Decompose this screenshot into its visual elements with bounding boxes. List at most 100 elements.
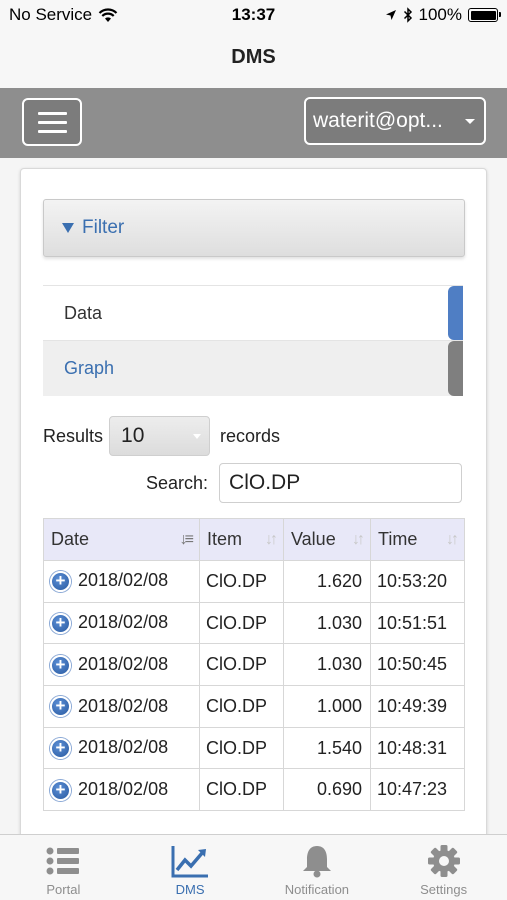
battery-icon [468,8,501,22]
cell-item: ClO.DP [199,685,284,728]
tabbar-item-dms[interactable]: DMS [127,835,254,900]
bottom-tab-bar: Portal DMS Notification Settings [0,834,507,900]
navigation-bar: DMS [0,30,507,88]
cell-item: ClO.DP [199,560,284,603]
tabbar-item-notification[interactable]: Notification [254,835,381,900]
tab-indicator [448,341,463,396]
tab-graph-label: Graph [64,358,115,378]
list-icon [46,847,80,875]
battery-percent: 100% [418,5,462,24]
cell-date: +2018/02/08 [43,560,200,603]
cell-time: 10:49:39 [370,685,465,728]
search-row: Search: [146,463,463,503]
cell-time: 10:48:31 [370,726,465,770]
status-bar: No Service 13:37 100% [0,0,507,30]
date-value: 2018/02/08 [78,570,169,591]
date-value: 2018/02/08 [78,612,169,633]
search-label: Search: [146,472,209,493]
cell-time: 10:53:20 [370,560,465,603]
table-row[interactable]: +2018/02/08 ClO.DP 1.030 10:51:51 [43,601,465,645]
sort-icon: ↓↑ [446,531,459,548]
expand-row-icon[interactable]: + [50,612,71,634]
tab-data[interactable]: Data [43,286,463,341]
date-value: 2018/02/08 [78,695,169,716]
cell-value: 1.620 [283,560,371,603]
menu-button[interactable] [22,98,82,146]
expand-row-icon[interactable]: + [50,779,71,801]
tabbar-label: Notification [284,882,350,897]
expand-row-icon[interactable]: + [50,737,71,759]
caret-down-icon [465,119,475,124]
header-label: Value [291,529,336,549]
table-row[interactable]: +2018/02/08 ClO.DP 1.030 10:50:45 [43,643,465,687]
view-tabs: Data Graph [43,285,463,396]
table-row[interactable]: +2018/02/08 ClO.DP 1.540 10:48:31 [43,726,465,770]
cell-value: 1.000 [283,685,371,728]
cell-time: 10:47:23 [370,768,465,812]
location-arrow-icon [385,10,396,20]
cell-value: 1.030 [283,643,371,687]
tab-indicator [448,286,463,340]
tabbar-label: Portal [46,882,81,897]
cell-value: 1.030 [283,601,371,645]
cell-item: ClO.DP [199,726,284,770]
results-label: Results [43,425,104,446]
column-header-item[interactable]: Item ↓↑ [199,518,284,561]
sort-icon: ↓↑ [352,531,365,548]
records-label: records [220,425,281,446]
column-header-value[interactable]: Value ↓↑ [283,518,371,561]
tabbar-item-portal[interactable]: Portal [0,835,127,900]
account-label: waterit@opt... [313,109,443,132]
account-dropdown[interactable]: waterit@opt... [304,97,486,145]
date-value: 2018/02/08 [78,737,169,758]
app-header: waterit@opt... [0,88,507,158]
records-select[interactable]: 10 [109,416,211,456]
filter-label: Filter [82,217,125,238]
tabbar-label: DMS [175,882,205,897]
column-header-date[interactable]: Date ↓≡ [43,518,200,561]
gear-icon [427,845,460,877]
cell-item: ClO.DP [199,601,284,645]
chevron-down-icon [193,434,202,439]
expand-row-icon[interactable]: + [50,696,71,718]
header-label: Item [207,529,243,549]
cell-time: 10:50:45 [370,643,465,687]
cell-date: +2018/02/08 [43,601,200,645]
cell-date: +2018/02/08 [43,726,200,770]
cell-time: 10:51:51 [370,601,465,645]
filter-toggle[interactable]: Filter [43,199,465,257]
tabbar-item-settings[interactable]: Settings [380,835,507,900]
data-table: Date ↓≡ Item ↓↑ Value ↓↑ Time ↓↑ +2018/02/08… [43,518,465,812]
page-title: DMS [231,46,276,68]
tabbar-label: Settings [420,882,468,897]
expand-row-icon[interactable]: + [50,654,71,676]
search-input[interactable] [219,463,463,503]
header-label: Date [51,529,90,549]
cell-date: +2018/02/08 [43,768,200,812]
records-count: 10 [121,424,145,447]
column-header-time[interactable]: Time ↓↑ [370,518,465,561]
cell-date: +2018/02/08 [43,643,200,687]
tab-data-label: Data [64,302,103,323]
cell-item: ClO.DP [199,768,284,812]
date-value: 2018/02/08 [78,778,169,799]
triangle-down-icon [62,223,74,233]
sort-desc-icon: ↓≡ [179,531,194,548]
content-panel: Filter Data Graph Results 10 records Sea… [20,168,487,848]
bluetooth-icon [403,7,412,23]
cell-value: 0.690 [283,768,371,812]
cell-date: +2018/02/08 [43,685,200,728]
bell-icon [302,846,331,878]
sort-icon: ↓↑ [265,531,278,548]
expand-row-icon[interactable]: + [50,571,71,593]
results-per-page: Results 10 records [43,416,280,456]
table-row[interactable]: +2018/02/08 ClO.DP 0.690 10:47:23 [43,768,465,812]
table-row[interactable]: +2018/02/08 ClO.DP 1.000 10:49:39 [43,685,465,728]
line-chart-icon [171,846,209,878]
tab-graph[interactable]: Graph [43,341,463,396]
table-header-row: Date ↓≡ Item ↓↑ Value ↓↑ Time ↓↑ [43,518,465,561]
cell-value: 1.540 [283,726,371,770]
table-row[interactable]: +2018/02/08 ClO.DP 1.620 10:53:20 [43,560,465,603]
header-label: Time [378,529,418,549]
date-value: 2018/02/08 [78,653,169,674]
